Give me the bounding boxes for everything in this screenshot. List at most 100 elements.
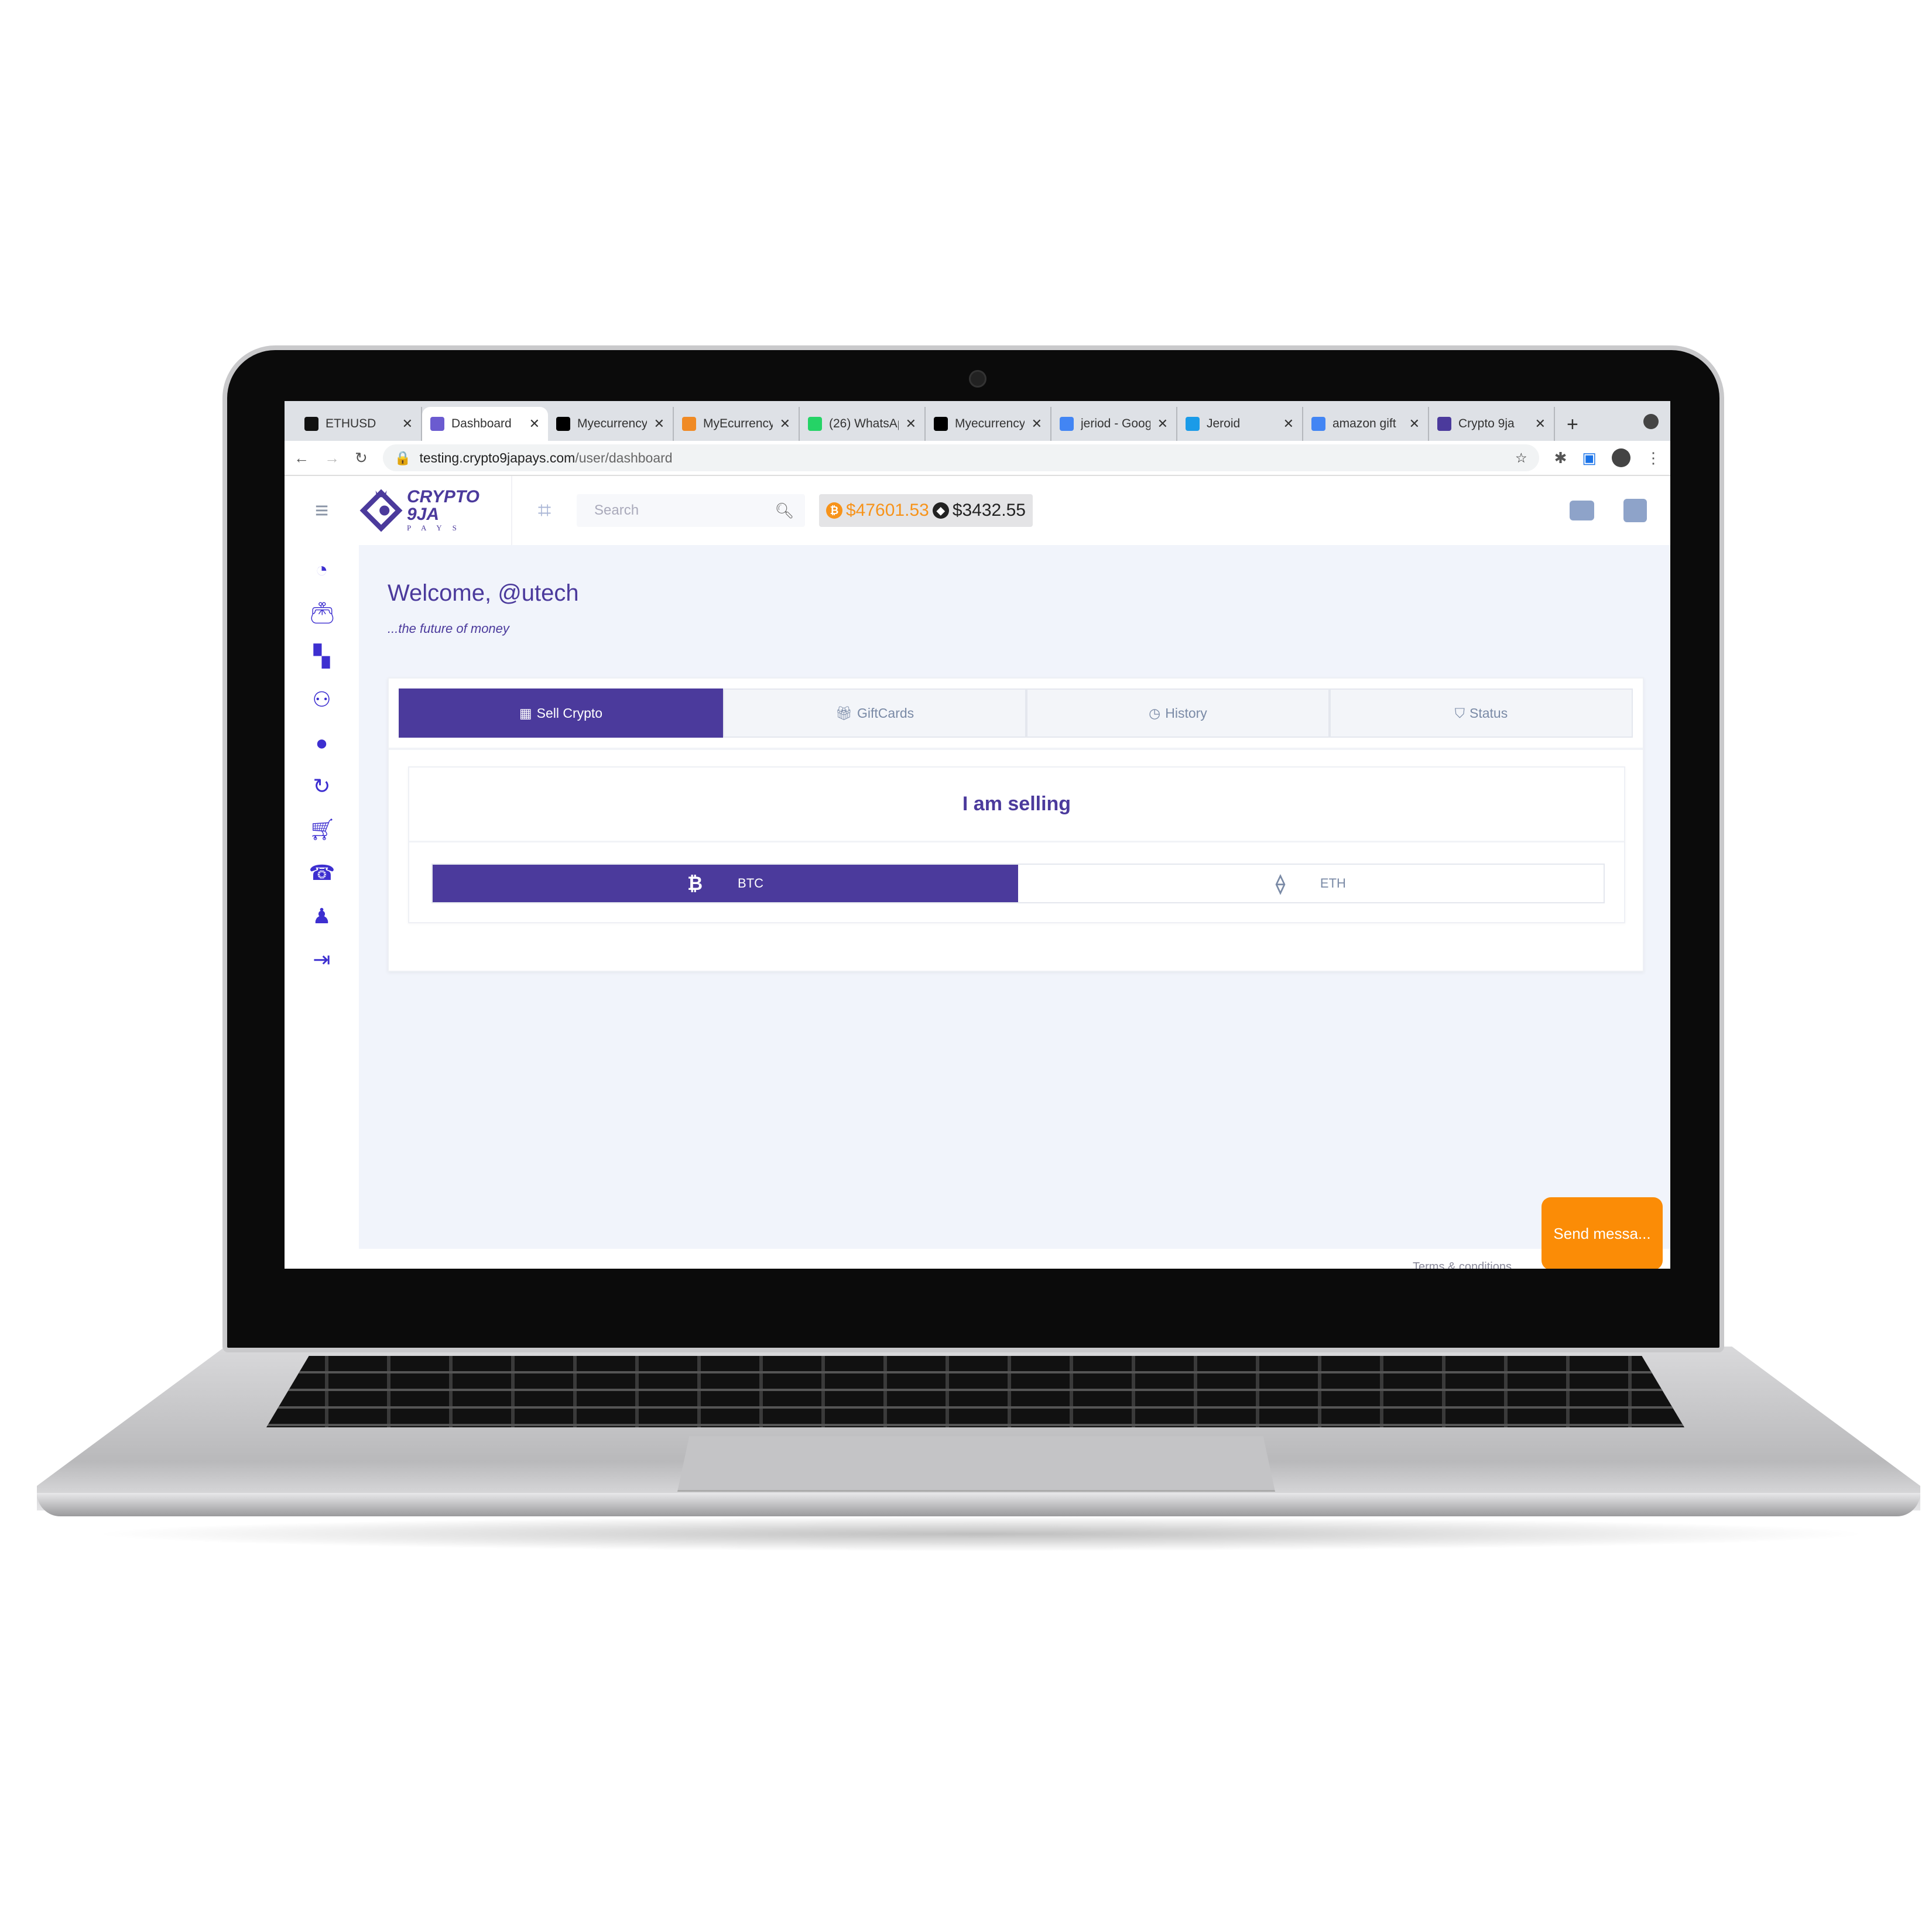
cart-icon[interactable]: 🛒︎: [309, 817, 336, 842]
cast-icon[interactable]: ▣: [1582, 449, 1597, 467]
price-ticker: ₿ $47601.53 ◆ $3432.55: [819, 494, 1033, 527]
ethereum-icon: ◆: [932, 502, 949, 519]
footer: Terms & conditions: [359, 1249, 1670, 1269]
laptop-shadow: [88, 1516, 1873, 1551]
ethereum-icon: ⟠: [1276, 873, 1285, 894]
jeroid-icon: [1186, 417, 1200, 431]
star-icon[interactable]: ☆: [1515, 450, 1527, 466]
tab-status[interactable]: ⛉ Status: [1329, 688, 1633, 738]
browser-tab[interactable]: MyEcurrency ✕: [674, 407, 800, 441]
selling-panel: I am selling ₿ BTC ⟠ ETH: [408, 766, 1625, 923]
wallet-icon[interactable]: 👛︎: [309, 600, 336, 626]
google-icon: [1311, 417, 1325, 431]
close-tab-icon[interactable]: ✕: [654, 416, 664, 431]
webcam: [969, 370, 986, 388]
eth-price: $3432.55: [952, 501, 1026, 520]
app-header: ≡ CRYPTO 9JA PAYS ⌗ Search 🔍︎ ₿ $47601.5…: [285, 476, 1670, 545]
exchange-icon[interactable]: ⚇: [309, 687, 335, 712]
btc-option[interactable]: ₿ BTC: [433, 865, 1018, 902]
main-content: Welcome, @utech ...the future of money ▦…: [359, 545, 1670, 1269]
close-tab-icon[interactable]: ✕: [529, 416, 540, 431]
selling-title: I am selling: [409, 768, 1624, 842]
logo[interactable]: CRYPTO 9JA PAYS: [359, 476, 512, 545]
coin-label: BTC: [738, 876, 764, 890]
chat-icon[interactable]: [1570, 501, 1594, 520]
coin-selector: ₿ BTC ⟠ ETH: [431, 864, 1605, 903]
browser-tab-title: ETHUSD: [326, 417, 376, 430]
welcome-heading: Welcome, @utech: [388, 580, 579, 606]
browser-tab-title: jeriod - Google: [1081, 417, 1150, 430]
search-placeholder: Search: [594, 502, 639, 518]
browser-tab[interactable]: Jeroid ✕: [1177, 407, 1303, 441]
browser-tab-title: amazon gift: [1332, 417, 1396, 430]
tab-search-icon[interactable]: [1643, 414, 1659, 429]
triangle-icon: [556, 417, 570, 431]
clock-icon: ◷: [1149, 705, 1161, 721]
crypto9ja-icon: [430, 417, 444, 431]
dashboard-gauge-icon[interactable]: ◔: [309, 557, 335, 583]
browser-tab[interactable]: Myecurrency ✕: [548, 407, 674, 441]
close-tab-icon[interactable]: ✕: [1032, 416, 1042, 431]
reload-icon[interactable]: ↻: [355, 449, 368, 467]
refresh-icon[interactable]: ↻: [309, 773, 335, 799]
user-menu-icon[interactable]: [1623, 499, 1647, 522]
new-tab-button[interactable]: +: [1555, 413, 1590, 436]
browser-tab-title: Crypto 9ja: [1458, 417, 1515, 430]
url-host: testing.crypto9japays.com: [419, 450, 576, 465]
search-icon[interactable]: 🔍︎: [764, 502, 805, 520]
trade-card: ▦ Sell Crypto 🎁︎ GiftCards ◷ History ⛉ Statu…: [388, 677, 1644, 972]
send-message-button[interactable]: Send messa...: [1542, 1197, 1663, 1269]
tab-label: GiftCards: [857, 705, 914, 721]
browser-tab-strip: ETHUSD ✕ Dashboard ✕ Myecurrency ✕ MyEcurrency…: [285, 401, 1670, 441]
browser-tab-title: Myecurrency: [577, 417, 647, 430]
coin-label: ETH: [1320, 876, 1346, 890]
terms-link[interactable]: Terms & conditions: [1413, 1260, 1512, 1269]
browser-tab[interactable]: ETHUSD ✕: [296, 407, 422, 441]
back-icon[interactable]: ←: [294, 449, 309, 467]
profile-avatar[interactable]: [1612, 448, 1630, 467]
sidebar: ◔ 👛︎ ▚ ⚇ ● ↻ 🛒︎ ☎ ♟ ⇥: [285, 545, 359, 1269]
browser-tab[interactable]: (26) WhatsApp ✕: [800, 407, 926, 441]
close-tab-icon[interactable]: ✕: [780, 416, 790, 431]
hamburger-icon[interactable]: ≡: [285, 498, 359, 524]
extensions-icon[interactable]: ✱: [1554, 449, 1567, 467]
close-tab-icon[interactable]: ✕: [1157, 416, 1168, 431]
browser-tab[interactable]: Crypto 9ja ✕: [1429, 407, 1555, 441]
browser-tab[interactable]: Dashboard ✕: [422, 407, 548, 441]
coins-icon[interactable]: ●: [309, 730, 335, 756]
menu-icon[interactable]: ⋮: [1646, 449, 1661, 467]
browser-tab[interactable]: jeriod - Google ✕: [1051, 407, 1177, 441]
eth-option[interactable]: ⟠ ETH: [1018, 865, 1604, 902]
close-tab-icon[interactable]: ✕: [1535, 416, 1546, 431]
whatsapp-icon: [808, 417, 822, 431]
close-tab-icon[interactable]: ✕: [402, 416, 413, 431]
search-input[interactable]: Search 🔍︎: [577, 494, 805, 527]
support-phone-icon[interactable]: ☎: [309, 860, 335, 886]
divider: [389, 748, 1643, 750]
keyboard-rows: [266, 1356, 1684, 1427]
lock-icon: 🔒: [394, 450, 412, 465]
browser-tab[interactable]: amazon gift ✕: [1303, 407, 1429, 441]
logo-text: CRYPTO 9JA: [407, 487, 479, 524]
tab-giftcards[interactable]: 🎁︎ GiftCards: [722, 688, 1026, 738]
browser-tab-title: MyEcurrency: [703, 417, 773, 430]
tab-sell-crypto[interactable]: ▦ Sell Crypto: [399, 688, 723, 738]
bitcoin-icon: ₿: [687, 872, 703, 894]
gift-icon: 🎁︎: [835, 705, 853, 721]
tab-label: History: [1165, 705, 1207, 721]
url-input[interactable]: 🔒 testing.crypto9japays.com/user/dashboa…: [382, 444, 1539, 471]
apps-add-icon[interactable]: ▚: [309, 643, 335, 669]
close-tab-icon[interactable]: ✕: [1409, 416, 1420, 431]
close-tab-icon[interactable]: ✕: [1283, 416, 1294, 431]
logo-icon: [359, 489, 403, 532]
fullscreen-collapse-icon[interactable]: ⌗: [512, 498, 577, 524]
browser-tab[interactable]: Myecurrency ✕: [926, 407, 1051, 441]
settings-user-icon[interactable]: ♟: [309, 903, 335, 929]
browser-tab-title: Dashboard: [451, 417, 512, 430]
tab-history[interactable]: ◷ History: [1026, 688, 1330, 738]
tradingview-icon: [304, 417, 318, 431]
forward-icon[interactable]: →: [324, 449, 340, 467]
logout-icon[interactable]: ⇥: [309, 947, 335, 972]
close-tab-icon[interactable]: ✕: [906, 416, 916, 431]
qrcode-icon: ▦: [519, 705, 532, 721]
